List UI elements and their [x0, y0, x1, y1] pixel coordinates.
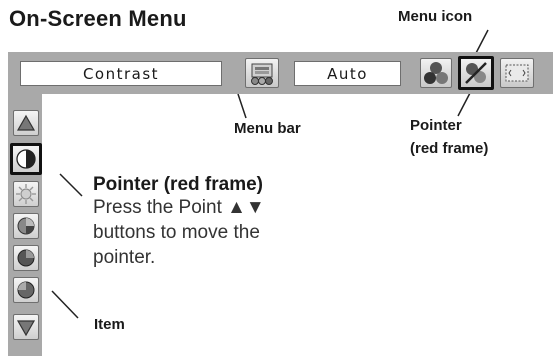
pointer-callout-sub: (red frame) — [410, 140, 489, 157]
color-pie-icon[interactable] — [13, 213, 39, 239]
pointer-callout: Pointer — [410, 117, 462, 134]
triangle-up-icon[interactable] — [13, 110, 39, 136]
tint-sphere-icon-2[interactable] — [13, 277, 39, 303]
color-balls-icon[interactable] — [420, 58, 452, 88]
tint-sphere-icon[interactable] — [13, 245, 39, 271]
menu-item-name-field: Contrast — [20, 61, 222, 86]
display-icon[interactable] — [245, 58, 279, 88]
triangle-down-icon[interactable] — [13, 314, 39, 340]
pointer-icon[interactable] — [458, 56, 494, 90]
value-field: Auto — [294, 61, 401, 86]
half-circle-contrast-icon[interactable] — [10, 143, 42, 175]
item-callout: Item — [94, 316, 125, 333]
sun-brightness-icon[interactable] — [13, 181, 39, 207]
screen-icon[interactable] — [500, 58, 534, 88]
pointer-note-title: Pointer (red frame) — [93, 174, 263, 195]
pointer-note-line: pointer. — [93, 247, 156, 268]
pointer-note-line: Press the Point ▲▼ — [93, 197, 265, 218]
pointer-note-line: buttons to move the — [93, 222, 260, 243]
menu-bar-callout: Menu bar — [234, 120, 301, 137]
menu-icon-callout: Menu icon — [398, 8, 473, 25]
